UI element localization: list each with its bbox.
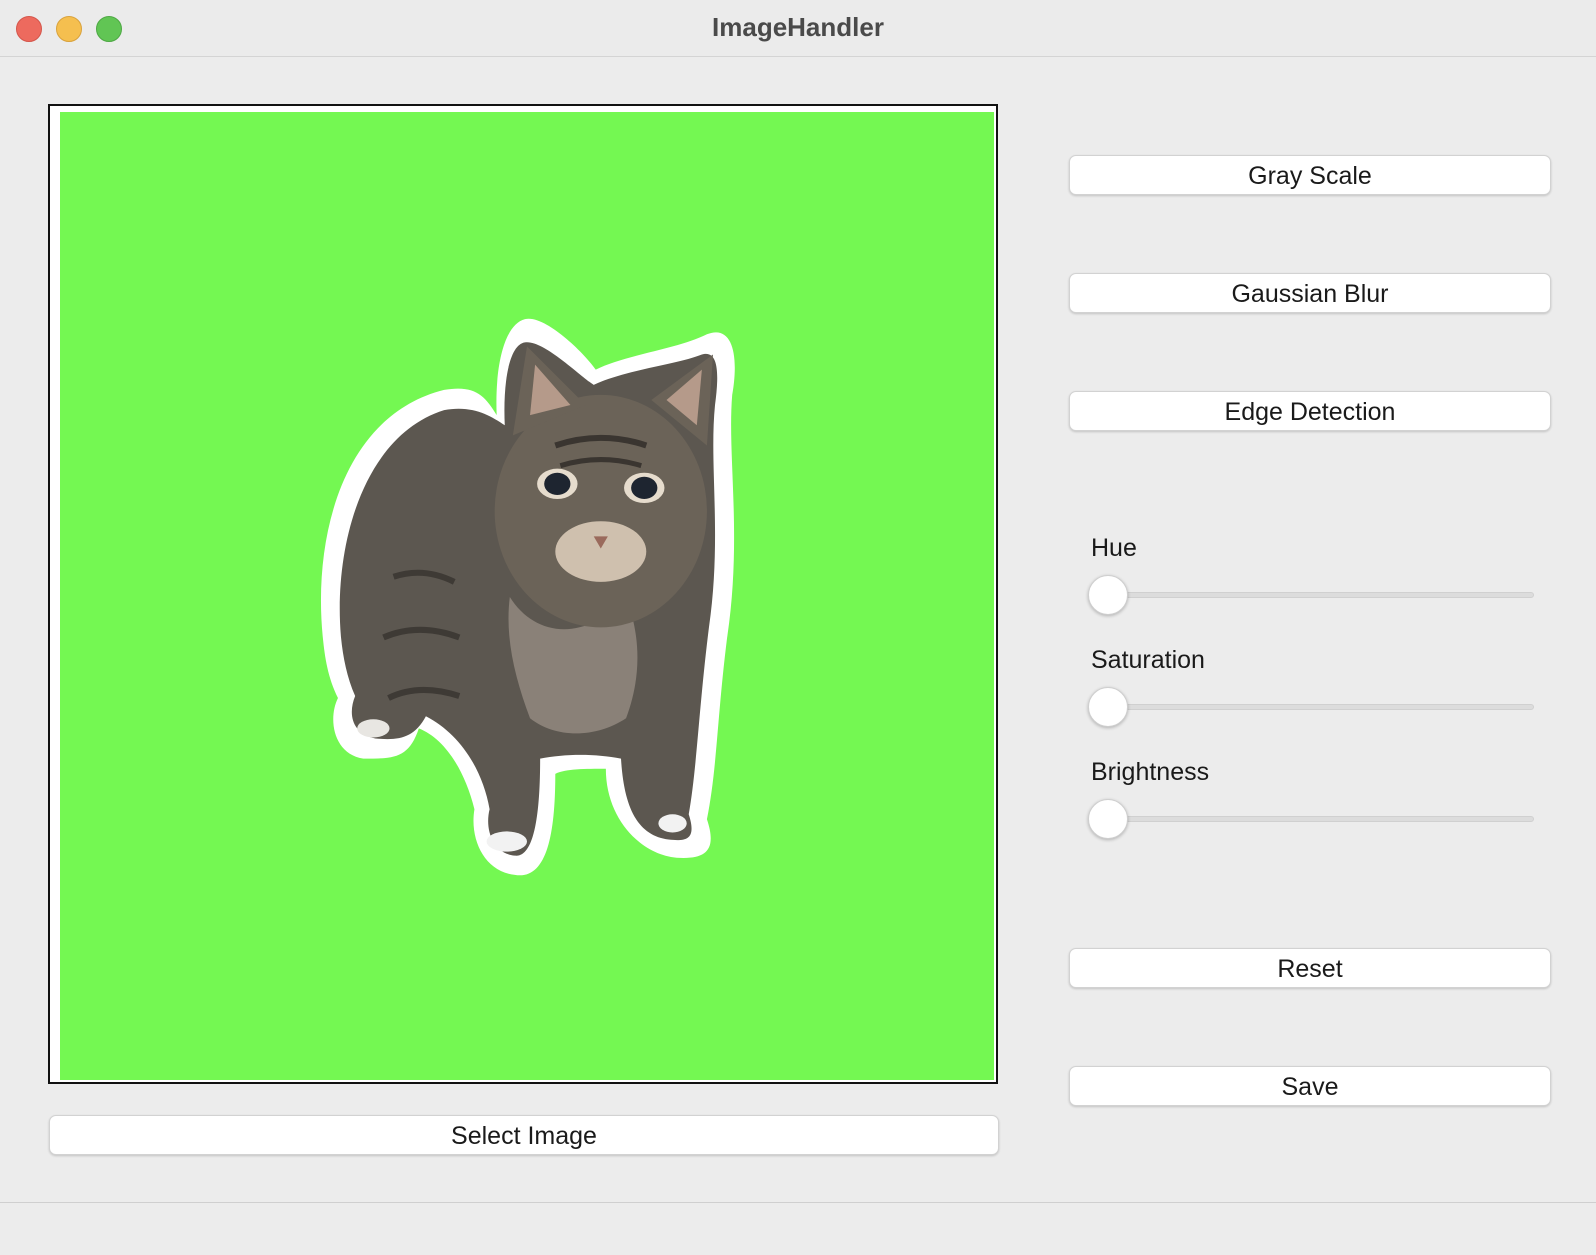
title-bar: ImageHandler (0, 0, 1596, 57)
gray-scale-button[interactable]: Gray Scale (1069, 155, 1551, 195)
image-preview (60, 112, 994, 1080)
hue-slider[interactable] (1088, 575, 1534, 615)
select-image-button[interactable]: Select Image (49, 1115, 999, 1155)
reset-button[interactable]: Reset (1069, 948, 1551, 988)
window-title: ImageHandler (712, 12, 884, 42)
gaussian-blur-button[interactable]: Gaussian Blur (1069, 273, 1551, 313)
hue-slider-track[interactable] (1090, 592, 1534, 598)
saturation-slider-track[interactable] (1090, 704, 1534, 710)
save-button[interactable]: Save (1069, 1066, 1551, 1106)
brightness-slider-track[interactable] (1090, 816, 1534, 822)
image-preview-frame (48, 104, 998, 1084)
status-bar (0, 1202, 1596, 1255)
brightness-slider-knob[interactable] (1088, 799, 1128, 839)
saturation-slider-knob[interactable] (1088, 687, 1128, 727)
saturation-label: Saturation (1091, 646, 1205, 674)
brightness-label: Brightness (1091, 758, 1210, 786)
saturation-slider[interactable] (1088, 687, 1534, 727)
hue-slider-knob[interactable] (1088, 575, 1128, 615)
brightness-slider[interactable] (1088, 799, 1534, 839)
edge-detection-button[interactable]: Edge Detection (1069, 391, 1551, 431)
cat-image (320, 318, 735, 876)
hue-label: Hue (1091, 534, 1137, 562)
app-window: ImageHandler Select Image Gray Scale Gau… (0, 0, 1596, 1255)
